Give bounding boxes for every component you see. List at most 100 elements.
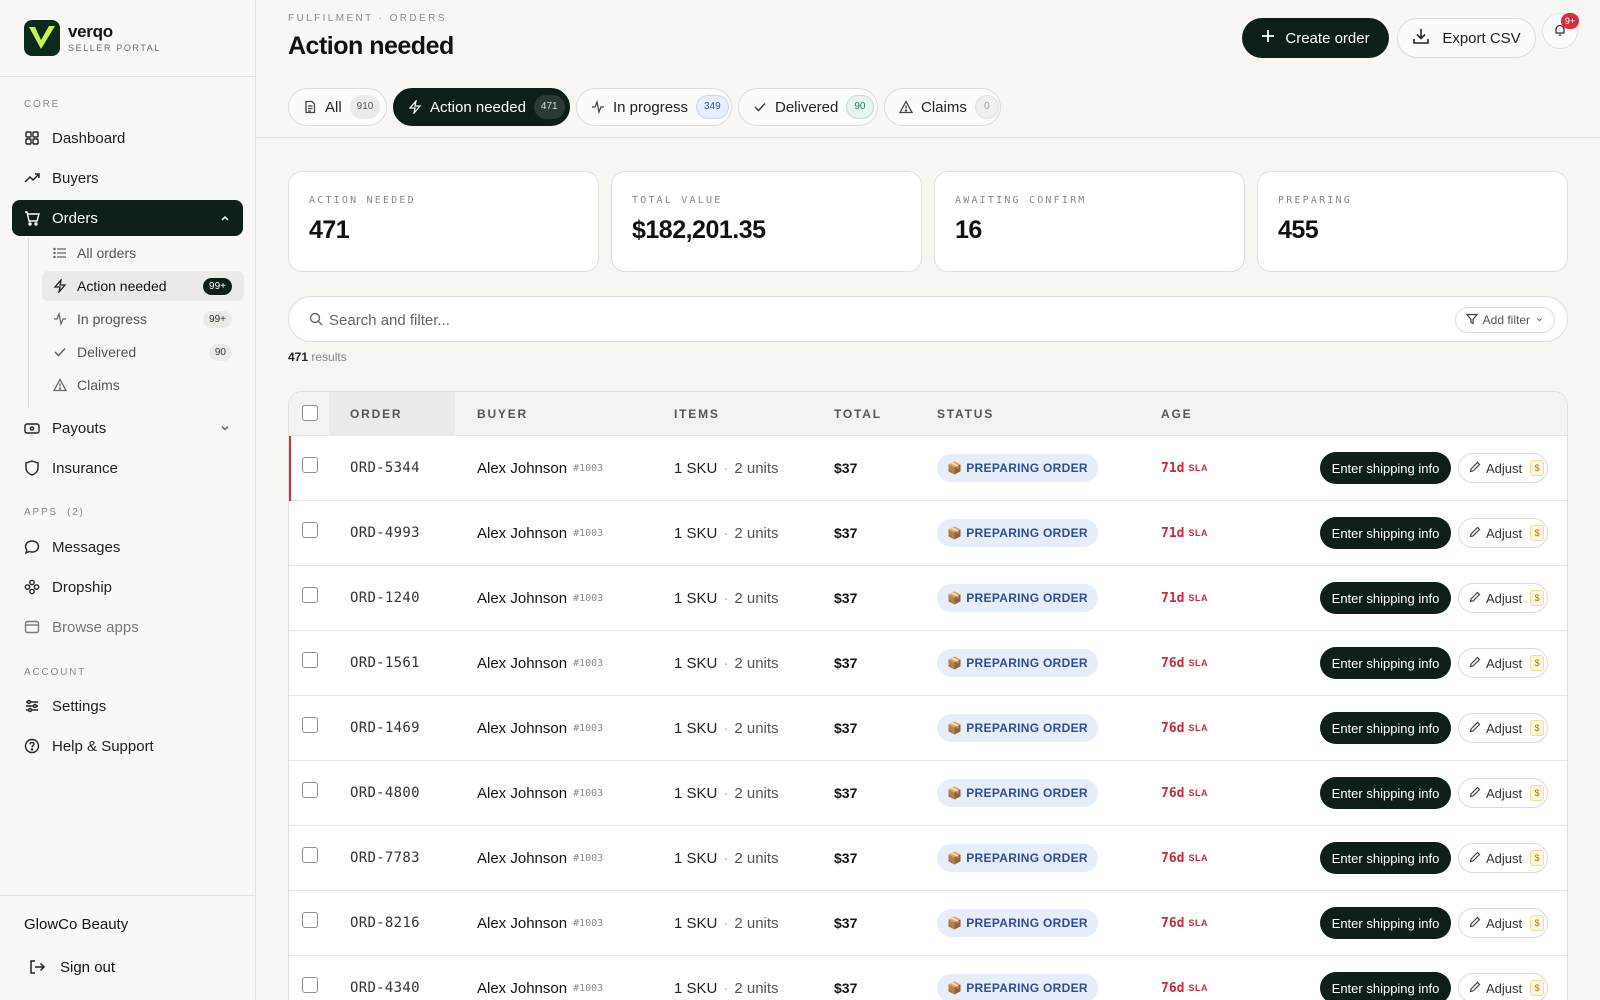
- sidebar-item-orders[interactable]: Orders: [12, 200, 243, 236]
- buyer-name[interactable]: Alex Johnson: [477, 460, 567, 477]
- column-header-total[interactable]: TOTAL: [834, 392, 882, 436]
- adjust-button[interactable]: Adjust $: [1458, 713, 1548, 743]
- column-header-order[interactable]: ORDER: [350, 392, 402, 436]
- enter-shipping-info-button[interactable]: Enter shipping info: [1320, 777, 1451, 809]
- table-row[interactable]: ORD-1469 Alex Johnson #1003 1 SKU · 2 units…: [289, 696, 1567, 761]
- sidebar-item-settings[interactable]: Settings: [12, 688, 243, 724]
- sidebar-item-help[interactable]: Help & Support: [12, 728, 243, 764]
- buyer-name[interactable]: Alex Johnson: [477, 590, 567, 607]
- column-header-age[interactable]: AGE: [1161, 392, 1192, 436]
- adjust-button[interactable]: Adjust $: [1458, 648, 1548, 678]
- buyer-name[interactable]: Alex Johnson: [477, 720, 567, 737]
- row-checkbox[interactable]: [302, 652, 318, 668]
- subnav-item-delivered[interactable]: Delivered 90: [42, 337, 244, 367]
- adjust-button[interactable]: Adjust $: [1458, 518, 1548, 548]
- export-csv-button[interactable]: Export CSV: [1397, 18, 1536, 58]
- subnav-item-claims[interactable]: Claims: [42, 370, 244, 400]
- order-id[interactable]: ORD-7783: [350, 850, 420, 866]
- sidebar-item-buyers[interactable]: Buyers: [12, 160, 243, 196]
- enter-shipping-info-button[interactable]: Enter shipping info: [1320, 647, 1451, 679]
- search-input[interactable]: [329, 309, 1329, 331]
- subnav-item-all-orders[interactable]: All orders: [42, 238, 244, 268]
- pencil-icon: [1469, 916, 1481, 931]
- adjust-button[interactable]: Adjust $: [1458, 778, 1548, 808]
- tab-count: 910: [349, 95, 381, 119]
- sidebar-item-dropship[interactable]: Dropship: [12, 569, 243, 605]
- column-header-status[interactable]: STATUS: [937, 392, 994, 436]
- column-header-buyer[interactable]: BUYER: [477, 392, 528, 436]
- sidebar-footer: GlowCo Beauty Sign out: [0, 895, 255, 1000]
- row-checkbox[interactable]: [302, 522, 318, 538]
- enter-shipping-info-button[interactable]: Enter shipping info: [1320, 907, 1451, 939]
- sidebar-item-insurance[interactable]: Insurance: [12, 450, 243, 486]
- order-id[interactable]: ORD-4800: [350, 785, 420, 801]
- row-checkbox[interactable]: [302, 717, 318, 733]
- order-id[interactable]: ORD-4993: [350, 525, 420, 541]
- tab-claims[interactable]: Claims 0: [884, 88, 1001, 126]
- sidebar-item-dashboard[interactable]: Dashboard: [12, 120, 243, 156]
- sign-out-button[interactable]: Sign out: [28, 958, 115, 976]
- enter-shipping-info-button[interactable]: Enter shipping info: [1320, 972, 1451, 1000]
- order-id[interactable]: ORD-4340: [350, 980, 420, 996]
- subnav-item-action-needed[interactable]: Action needed 99+: [42, 271, 244, 301]
- status-badge: 📦 PREPARING ORDER: [937, 519, 1098, 547]
- column-header-items[interactable]: ITEMS: [674, 392, 720, 436]
- table-row[interactable]: ORD-1561 Alex Johnson #1003 1 SKU · 2 units…: [289, 631, 1567, 696]
- select-all-checkbox[interactable]: [302, 405, 318, 421]
- adjust-button[interactable]: Adjust $: [1458, 583, 1548, 613]
- tab-all[interactable]: All 910: [288, 88, 387, 126]
- buyer-name[interactable]: Alex Johnson: [477, 915, 567, 932]
- row-checkbox[interactable]: [302, 977, 318, 993]
- table-row[interactable]: ORD-5344 Alex Johnson #1003 1 SKU · 2 units…: [289, 436, 1567, 501]
- tab-label: In progress: [613, 98, 689, 116]
- table-row[interactable]: ORD-7783 Alex Johnson #1003 1 SKU · 2 units…: [289, 826, 1567, 891]
- adjust-button[interactable]: Adjust $: [1458, 908, 1548, 938]
- table-row[interactable]: ORD-8216 Alex Johnson #1003 1 SKU · 2 units…: [289, 891, 1567, 956]
- adjust-button[interactable]: Adjust $: [1458, 973, 1548, 1000]
- table-row[interactable]: ORD-4800 Alex Johnson #1003 1 SKU · 2 units…: [289, 761, 1567, 826]
- row-checkbox[interactable]: [302, 847, 318, 863]
- buyer-name[interactable]: Alex Johnson: [477, 525, 567, 542]
- sla-label: SLA: [1188, 983, 1208, 993]
- row-checkbox[interactable]: [302, 457, 318, 473]
- adjust-button[interactable]: Adjust $: [1458, 843, 1548, 873]
- buyer-name[interactable]: Alex Johnson: [477, 785, 567, 802]
- sidebar-item-payouts[interactable]: Payouts: [12, 410, 243, 446]
- add-filter-button[interactable]: Add filter: [1454, 307, 1555, 333]
- table-row[interactable]: ORD-4993 Alex Johnson #1003 1 SKU · 2 units…: [289, 501, 1567, 566]
- row-checkbox[interactable]: [302, 587, 318, 603]
- order-id[interactable]: ORD-1240: [350, 590, 420, 606]
- buyer-name[interactable]: Alex Johnson: [477, 850, 567, 867]
- status-label: PREPARING ORDER: [966, 851, 1088, 865]
- subnav-item-in-progress[interactable]: In progress 99+: [42, 304, 244, 334]
- enter-shipping-info-button[interactable]: Enter shipping info: [1320, 517, 1451, 549]
- row-checkbox[interactable]: [302, 782, 318, 798]
- table-row[interactable]: ORD-1240 Alex Johnson #1003 1 SKU · 2 units…: [289, 566, 1567, 631]
- buyer-name[interactable]: Alex Johnson: [477, 655, 567, 672]
- store-name: GlowCo Beauty: [24, 916, 129, 933]
- notifications-button[interactable]: 9+: [1542, 13, 1579, 49]
- stat-card-action-needed: ACTION NEEDED 471: [288, 171, 599, 272]
- tab-in-progress[interactable]: In progress 349: [576, 88, 732, 126]
- warning-icon: [53, 378, 67, 392]
- order-id[interactable]: ORD-8216: [350, 915, 420, 931]
- create-order-button[interactable]: Create order: [1242, 18, 1389, 58]
- sidebar-item-label: Payouts: [52, 419, 107, 437]
- enter-shipping-info-button[interactable]: Enter shipping info: [1320, 842, 1451, 874]
- order-id[interactable]: ORD-1561: [350, 655, 420, 671]
- order-id[interactable]: ORD-1469: [350, 720, 420, 736]
- brand[interactable]: verqo SELLER PORTAL: [0, 0, 255, 77]
- table-row[interactable]: ORD-4340 Alex Johnson #1003 1 SKU · 2 units…: [289, 956, 1567, 1000]
- sidebar-item-messages[interactable]: Messages: [12, 529, 243, 565]
- tab-action-needed[interactable]: Action needed 471: [393, 88, 570, 126]
- enter-shipping-info-button[interactable]: Enter shipping info: [1320, 452, 1451, 484]
- status-badge: 📦 PREPARING ORDER: [937, 974, 1098, 1000]
- tab-delivered[interactable]: Delivered 90: [738, 88, 878, 126]
- enter-shipping-info-button[interactable]: Enter shipping info: [1320, 712, 1451, 744]
- order-id[interactable]: ORD-5344: [350, 460, 420, 476]
- sidebar-item-browse-apps[interactable]: Browse apps: [12, 609, 243, 645]
- buyer-name[interactable]: Alex Johnson: [477, 980, 567, 997]
- row-checkbox[interactable]: [302, 912, 318, 928]
- enter-shipping-info-button[interactable]: Enter shipping info: [1320, 582, 1451, 614]
- adjust-button[interactable]: Adjust $: [1458, 453, 1548, 483]
